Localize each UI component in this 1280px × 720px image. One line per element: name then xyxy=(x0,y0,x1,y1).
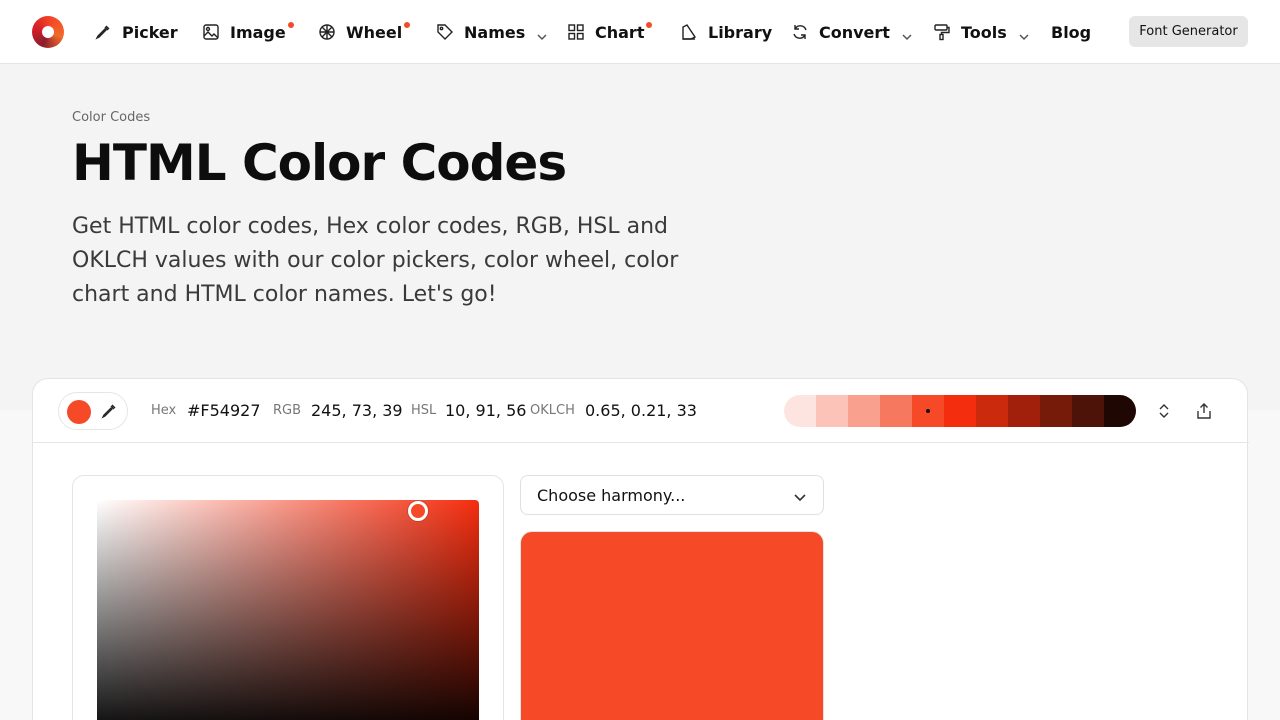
nav-item-tools[interactable]: Tools xyxy=(933,0,1029,64)
image-icon xyxy=(202,23,220,41)
nav-item-library[interactable]: Library xyxy=(680,0,772,64)
nav-item-convert[interactable]: Convert xyxy=(791,0,912,64)
logo[interactable] xyxy=(32,16,64,48)
shade-swatch[interactable] xyxy=(1040,395,1072,427)
nav-item-chart[interactable]: Chart xyxy=(567,0,653,64)
tag-icon xyxy=(436,23,454,41)
share-button[interactable] xyxy=(1193,399,1215,423)
chevron-down-icon xyxy=(537,27,547,41)
color-handle[interactable] xyxy=(408,501,428,521)
book-icon xyxy=(680,23,698,41)
chevron-down-icon xyxy=(793,489,807,503)
chevron-down-icon xyxy=(902,27,912,41)
shade-swatch[interactable] xyxy=(880,395,912,427)
nav-label: Picker xyxy=(122,22,178,42)
top-nav: Picker Image Wheel Names Chart Library C… xyxy=(0,0,1280,64)
expand-collapse-button[interactable] xyxy=(1153,399,1175,423)
oklch-value[interactable]: 0.65, 0.21, 33 xyxy=(585,401,697,420)
chevron-up-down-icon xyxy=(1159,404,1169,418)
nav-item-names[interactable]: Names xyxy=(436,0,547,64)
nav-label: Image xyxy=(230,21,294,42)
shade-swatch[interactable] xyxy=(848,395,880,427)
nav-label: Chart xyxy=(595,21,653,42)
saturation-brightness-area[interactable] xyxy=(97,500,479,720)
nav-label: Library xyxy=(708,22,773,42)
grid-icon xyxy=(567,23,585,41)
shade-swatch[interactable] xyxy=(784,395,816,427)
nav-label: Wheel xyxy=(346,21,411,42)
shade-swatch[interactable] xyxy=(944,395,976,427)
shade-swatch[interactable] xyxy=(912,395,944,427)
color-picker-panel: Hex #F54927 RGB 245, 73, 39 HSL 10, 91, … xyxy=(32,378,1249,720)
color-values-bar: Hex #F54927 RGB 245, 73, 39 HSL 10, 91, … xyxy=(33,379,1249,443)
rgb-label: RGB xyxy=(273,403,302,418)
shade-swatch[interactable] xyxy=(976,395,1008,427)
page-title: HTML Color Codes xyxy=(72,134,567,192)
saturation-brightness-card xyxy=(72,475,504,720)
page-subtitle: Get HTML color codes, Hex color codes, R… xyxy=(72,214,679,307)
current-color-pill[interactable] xyxy=(58,392,128,430)
hex-value[interactable]: #F54927 xyxy=(187,401,261,420)
wheel-icon xyxy=(318,23,336,41)
harmony-select-label: Choose harmony... xyxy=(537,485,686,505)
harmony-select[interactable]: Choose harmony... xyxy=(520,475,824,515)
nav-label: Tools xyxy=(961,22,1007,42)
new-badge-dot xyxy=(287,21,294,28)
breadcrumb[interactable]: Color Codes xyxy=(72,110,150,125)
oklch-label: OKLCH xyxy=(530,403,575,418)
new-badge-dot xyxy=(646,21,653,28)
shade-swatch[interactable] xyxy=(1104,395,1136,427)
nav-item-wheel[interactable]: Wheel xyxy=(318,0,411,64)
shade-swatch[interactable] xyxy=(816,395,848,427)
shade-swatch[interactable] xyxy=(1072,395,1104,427)
new-badge-dot xyxy=(404,21,411,28)
hsl-label: HSL xyxy=(411,403,437,418)
share-icon xyxy=(1197,403,1211,419)
nav-label: Names xyxy=(464,22,526,42)
paint-roller-icon xyxy=(933,23,951,41)
eyedropper-icon[interactable] xyxy=(100,402,118,420)
shade-swatch[interactable] xyxy=(1008,395,1040,427)
chevron-down-icon xyxy=(1019,27,1029,41)
hex-label: Hex xyxy=(151,403,177,418)
nav-label: Convert xyxy=(819,22,890,42)
nav-item-blog[interactable]: Blog xyxy=(1051,0,1091,64)
color-preview-swatch xyxy=(520,531,824,720)
shade-scale xyxy=(784,395,1136,427)
current-color-swatch[interactable] xyxy=(67,400,91,424)
rgb-value[interactable]: 245, 73, 39 xyxy=(311,401,403,420)
nav-item-picker[interactable]: Picker xyxy=(94,0,178,64)
nav-item-image[interactable]: Image xyxy=(202,0,294,64)
font-generator-button[interactable]: Font Generator xyxy=(1129,16,1248,47)
refresh-icon xyxy=(791,23,809,41)
eyedropper-icon xyxy=(94,23,112,41)
hsl-value[interactable]: 10, 91, 56 xyxy=(445,401,526,420)
nav-label: Blog xyxy=(1051,22,1092,42)
